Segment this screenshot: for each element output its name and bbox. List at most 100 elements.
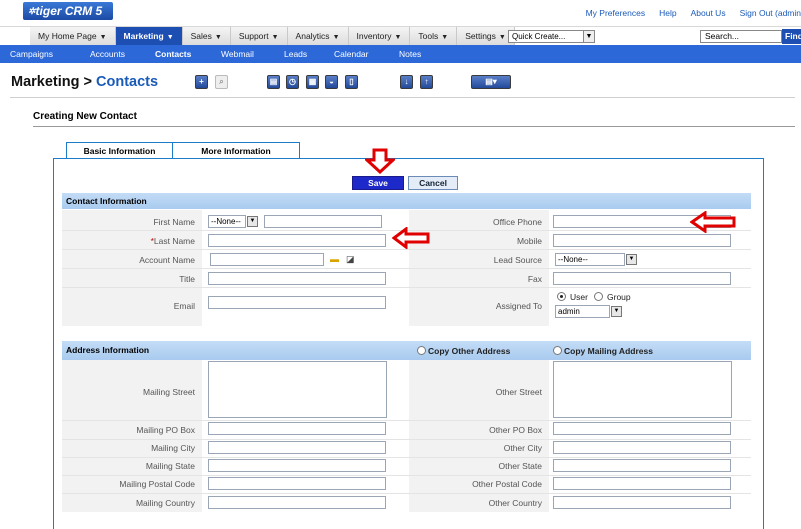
chevron-down-icon[interactable]: ▼ xyxy=(626,254,637,265)
first-name-field[interactable] xyxy=(264,215,382,228)
nav-tab-label: Settings xyxy=(465,31,496,41)
sub-nav: Campaigns Accounts Contacts Webmail Lead… xyxy=(0,45,801,63)
user-radio[interactable] xyxy=(557,292,566,301)
account-name-field[interactable] xyxy=(210,253,324,266)
mailing-postal-code-field[interactable] xyxy=(208,477,386,490)
view-menu-icon[interactable]: ▤▾ xyxy=(471,75,511,89)
other-country-field[interactable] xyxy=(553,496,731,509)
email-field[interactable] xyxy=(208,296,386,309)
mailing-street-field[interactable] xyxy=(208,361,387,418)
mobile-field[interactable] xyxy=(553,234,731,247)
export-icon[interactable]: ↑ xyxy=(420,75,433,89)
help-link[interactable]: Help xyxy=(659,8,676,18)
calendar-icon[interactable]: ▤ xyxy=(267,75,280,89)
main-nav: My Home Page ▼ Marketing ▼ Sales ▼ Support ▼ Ana… xyxy=(30,27,515,45)
copy-mailing-address-radio[interactable] xyxy=(553,346,562,355)
row-divider xyxy=(62,475,751,476)
last-name-field[interactable] xyxy=(208,234,386,247)
other-state-label: Other State xyxy=(498,461,542,471)
row-divider xyxy=(62,268,751,269)
title-field[interactable] xyxy=(208,272,386,285)
subnav-item-campaigns[interactable]: Campaigns xyxy=(10,49,53,59)
create-icon[interactable]: + xyxy=(195,75,208,89)
row-divider xyxy=(62,249,751,250)
mailing-po-box-field[interactable] xyxy=(208,422,386,435)
about-us-link[interactable]: About Us xyxy=(691,8,726,18)
mailing-country-field[interactable] xyxy=(208,496,386,509)
search-icon[interactable]: ⌕ xyxy=(215,75,228,89)
nav-tab-inventory[interactable]: Inventory ▼ xyxy=(348,27,411,45)
subnav-item-calendar[interactable]: Calendar xyxy=(334,49,369,59)
search-input[interactable]: Search... xyxy=(700,30,782,43)
annotation-arrow-left-icon xyxy=(392,227,430,249)
subnav-item-leads[interactable]: Leads xyxy=(284,49,307,59)
nav-tab-marketing[interactable]: Marketing ▼ xyxy=(115,27,183,45)
clear-icon[interactable]: ◪ xyxy=(346,255,355,264)
nav-tab-sales[interactable]: Sales ▼ xyxy=(182,27,231,45)
import-icon[interactable]: ↓ xyxy=(400,75,413,89)
chat-icon[interactable]: ◒ xyxy=(325,75,338,89)
mailing-city-field[interactable] xyxy=(208,441,386,454)
other-po-box-label: Other PO Box xyxy=(489,425,542,435)
subnav-item-contacts[interactable]: Contacts xyxy=(155,49,191,59)
save-button[interactable]: Save xyxy=(352,176,404,190)
other-country-label: Other Country xyxy=(488,498,542,508)
nav-tab-my-home-page[interactable]: My Home Page ▼ xyxy=(30,27,116,45)
mobile-icon[interactable]: ▯ xyxy=(345,75,358,89)
nav-tab-settings[interactable]: Settings ▼ xyxy=(457,27,515,45)
lead-source-select[interactable]: --None-- xyxy=(555,253,625,266)
chevron-down-icon[interactable]: ▼ xyxy=(583,30,595,43)
find-button[interactable]: Find xyxy=(782,29,801,44)
fax-field[interactable] xyxy=(553,272,731,285)
nav-tab-support[interactable]: Support ▼ xyxy=(230,27,288,45)
copy-other-address-radio[interactable] xyxy=(417,346,426,355)
chevron-down-icon: ▼ xyxy=(99,34,107,41)
sign-out-link[interactable]: Sign Out (admin xyxy=(740,8,801,18)
other-city-field[interactable] xyxy=(553,441,731,454)
label-column xyxy=(409,360,549,512)
my-preferences-link[interactable]: My Preferences xyxy=(586,8,646,18)
page-title-link[interactable]: Contacts xyxy=(96,74,158,90)
other-state-field[interactable] xyxy=(553,459,731,472)
annotation-arrow-down-icon xyxy=(365,148,395,174)
mailing-state-field[interactable] xyxy=(208,459,386,472)
page-title-module: Marketing > xyxy=(11,74,92,90)
divider xyxy=(10,97,795,98)
mailing-state-label: Mailing State xyxy=(145,461,195,471)
mailing-po-box-label: Mailing PO Box xyxy=(136,425,195,435)
account-name-label: Account Name xyxy=(139,255,195,265)
subnav-item-notes[interactable]: Notes xyxy=(399,49,421,59)
chevron-down-icon: ▼ xyxy=(271,34,279,41)
lead-source-label: Lead Source xyxy=(493,255,542,265)
top-links: My Preferences Help About Us Sign Out (a… xyxy=(586,8,801,18)
chevron-down-icon[interactable]: ▼ xyxy=(611,306,622,317)
subnav-item-accounts[interactable]: Accounts xyxy=(90,49,125,59)
folder-icon[interactable]: ▬ xyxy=(330,255,339,264)
tab-basic-information[interactable]: Basic Information xyxy=(66,142,173,159)
chevron-down-icon: ▼ xyxy=(498,34,506,41)
assigned-user-select[interactable]: admin xyxy=(555,305,610,318)
annotation-arrow-left-icon xyxy=(690,211,736,233)
other-postal-code-field[interactable] xyxy=(553,477,731,490)
group-radio[interactable] xyxy=(594,292,603,301)
label-column xyxy=(62,360,202,512)
nav-tab-label: My Home Page xyxy=(38,31,97,41)
mailing-postal-code-label: Mailing Postal Code xyxy=(119,479,195,489)
other-po-box-field[interactable] xyxy=(553,422,731,435)
row-divider xyxy=(62,439,751,440)
cancel-button[interactable]: Cancel xyxy=(408,176,458,190)
first-name-label: First Name xyxy=(153,217,195,227)
chevron-down-icon[interactable]: ▼ xyxy=(247,216,258,227)
salutation-select[interactable]: --None-- xyxy=(208,215,246,228)
subnav-item-webmail[interactable]: Webmail xyxy=(221,49,254,59)
clock-icon[interactable]: ◷ xyxy=(286,75,299,89)
group-radio-label: Group xyxy=(607,292,631,302)
app-logo[interactable]: ✲tiger CRM 5 xyxy=(23,2,113,20)
row-divider xyxy=(62,287,751,288)
tab-more-information[interactable]: More Information xyxy=(172,142,300,159)
nav-tab-analytics[interactable]: Analytics ▼ xyxy=(287,27,349,45)
other-street-field[interactable] xyxy=(553,361,732,418)
nav-tab-tools[interactable]: Tools ▼ xyxy=(410,27,458,45)
calculator-icon[interactable]: ▦ xyxy=(306,75,319,89)
quick-create-select[interactable]: Quick Create... xyxy=(508,30,586,43)
